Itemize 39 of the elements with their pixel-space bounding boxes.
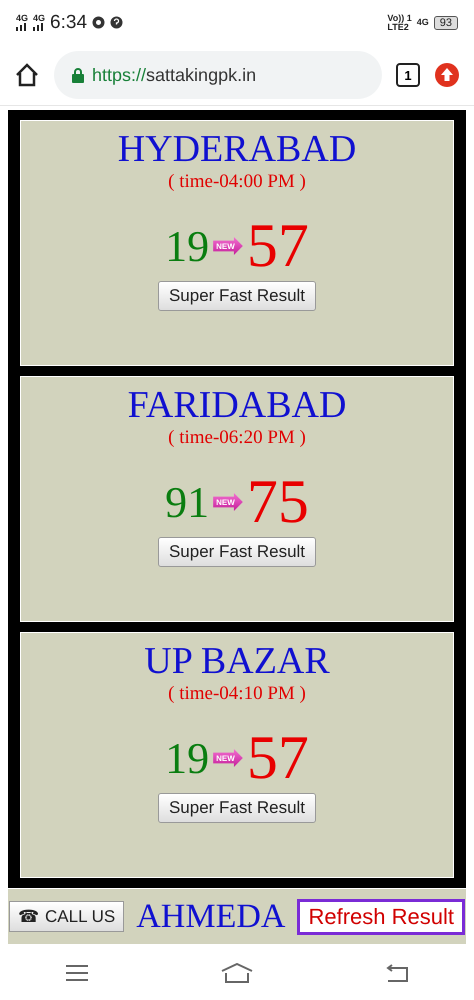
help-icon xyxy=(110,16,124,29)
tab-count[interactable]: 1 xyxy=(396,63,420,87)
upload-icon[interactable] xyxy=(434,62,460,88)
lock-icon xyxy=(72,68,84,82)
result-number: 75 xyxy=(246,471,309,533)
super-fast-result-button[interactable]: Super Fast Result xyxy=(158,537,316,567)
city-name: HYDERABAD xyxy=(118,127,356,171)
result-number: 57 xyxy=(246,215,309,277)
volte-label: Vo)) 1 xyxy=(387,14,412,22)
network-label: 4G xyxy=(16,14,28,23)
city-name: UP BAZAR xyxy=(144,639,330,683)
signal-icon xyxy=(16,23,28,31)
result-time: ( time-04:10 PM ) xyxy=(168,683,306,705)
refresh-result-button[interactable]: Refresh Result xyxy=(297,898,465,934)
signal-icon xyxy=(33,23,46,31)
result-number: 57 xyxy=(246,727,309,789)
battery-level: 93 xyxy=(434,16,458,30)
network-label: 4G xyxy=(33,14,46,23)
address-bar[interactable]: https://sattakingpk.in xyxy=(54,51,382,99)
new-arrow-badge: NEW xyxy=(213,749,243,767)
new-arrow-badge: NEW xyxy=(213,237,243,255)
city-name: FARIDABAD xyxy=(128,383,346,427)
clock: 6:34 xyxy=(50,12,88,34)
menu-icon[interactable] xyxy=(66,964,88,982)
result-time: ( time-06:20 PM ) xyxy=(168,427,306,449)
back-icon[interactable] xyxy=(386,964,408,982)
previous-number: 91 xyxy=(165,476,210,528)
previous-number: 19 xyxy=(165,732,210,784)
new-arrow-badge: NEW xyxy=(213,493,243,511)
home-icon[interactable] xyxy=(14,62,40,88)
call-us-button[interactable]: ☎ CALL US xyxy=(9,901,124,932)
result-time: ( time-04:00 PM ) xyxy=(168,171,306,193)
url-text: https://sattakingpk.in xyxy=(92,64,256,86)
previous-number: 19 xyxy=(165,220,210,272)
super-fast-result-button[interactable]: Super Fast Result xyxy=(158,281,316,311)
city-name: AHMEDA xyxy=(136,898,286,936)
super-fast-result-button[interactable]: Super Fast Result xyxy=(158,793,316,823)
lte-label: LTE2 xyxy=(387,22,410,32)
network-label: 4G xyxy=(416,18,429,27)
